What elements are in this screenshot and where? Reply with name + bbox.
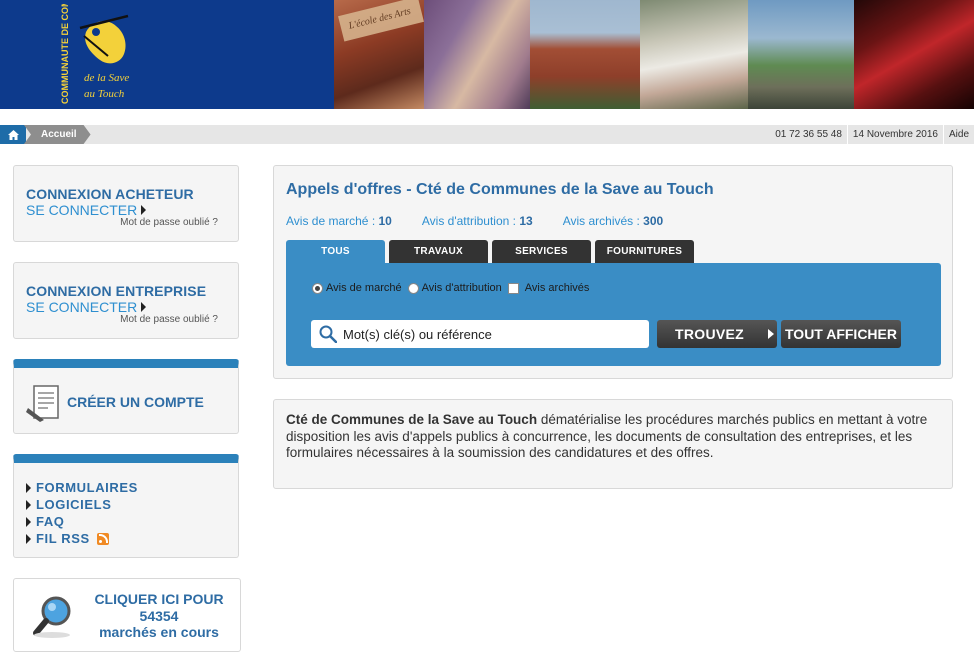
photo-park-cyclist	[748, 0, 854, 109]
resources-links-box: FORMULAIRES LOGICIELS FAQ FIL RSS	[13, 454, 239, 558]
radio-award-notice-control[interactable]	[407, 282, 419, 294]
company-login-title: CONNEXION ENTREPRISE	[26, 283, 207, 299]
notice-counts: Avis de marché : 10 Avis d'attribution :…	[286, 214, 663, 228]
breadcrumb: Accueil 01 72 36 55 48 14 Novembre 2016 …	[0, 125, 974, 144]
description-org: Cté de Communes de la Save au Touch	[286, 412, 538, 427]
find-button[interactable]: TROUVEZ	[657, 320, 777, 348]
keyword-search-field[interactable]	[311, 320, 649, 348]
company-forgot-password-link[interactable]: Mot de passe oublié ?	[120, 314, 218, 325]
count-award-notices[interactable]: Avis d'attribution : 13	[422, 214, 533, 228]
tab-fournitures[interactable]: FOURNITURES	[595, 240, 694, 263]
search-icon	[319, 325, 337, 343]
company-login-box: CONNEXION ENTREPRISE SE CONNECTER Mot de…	[13, 262, 239, 339]
description-text: Cté de Communes de la Save au Touch déma…	[286, 412, 936, 462]
svg-text:COMMUNAUTE DE COMMUNES: COMMUNAUTE DE COMMUNES	[60, 4, 70, 104]
arrow-right-icon	[26, 516, 31, 527]
photo-children-art	[424, 0, 530, 109]
link-faq[interactable]: FAQ	[26, 513, 138, 530]
buyer-forgot-password-link[interactable]: Mot de passe oublié ?	[120, 217, 218, 228]
photo-concert	[854, 0, 974, 109]
show-all-button[interactable]: TOUT AFFICHER	[781, 320, 901, 348]
current-date: 14 Novembre 2016	[846, 125, 943, 144]
help-link[interactable]: Aide	[942, 125, 974, 144]
count-archived-notices[interactable]: Avis archivés : 300	[563, 214, 664, 228]
tab-travaux[interactable]: TRAVAUX	[389, 240, 488, 263]
logo-vertical-text: COMMUNAUTE DE COMMUNES	[60, 4, 70, 104]
radio-award-notice[interactable]: Avis d'attribution	[407, 282, 502, 294]
home-icon	[7, 129, 19, 140]
current-tenders-link[interactable]: CLIQUER ICI POUR 54354 marchés en cours	[84, 591, 234, 641]
description-box: Cté de Communes de la Save au Touch déma…	[273, 399, 953, 489]
link-rss[interactable]: FIL RSS	[26, 530, 138, 547]
logo-emblem-icon	[79, 14, 129, 64]
home-button[interactable]	[0, 125, 26, 144]
arrow-right-icon	[26, 499, 31, 510]
magnifier-icon	[33, 596, 71, 638]
tenders-search-panel: Appels d'offres - Cté de Communes de la …	[273, 165, 953, 379]
play-arrow-icon	[768, 329, 774, 339]
arrow-right-icon	[141, 205, 147, 215]
arrow-right-icon	[141, 302, 147, 312]
page-title: Appels d'offres - Cté de Communes de la …	[286, 181, 714, 198]
search-form: Avis de marché Avis d'attribution Avis a…	[286, 263, 941, 366]
tab-services[interactable]: SERVICES	[492, 240, 591, 263]
breadcrumb-current[interactable]: Accueil	[24, 125, 91, 144]
buyer-login-box: CONNEXION ACHETEUR SE CONNECTER Mot de p…	[13, 165, 239, 242]
tab-tous[interactable]: TOUS	[286, 240, 385, 263]
arrow-right-icon	[26, 482, 31, 493]
current-tenders-box[interactable]: CLIQUER ICI POUR 54354 marchés en cours	[13, 578, 241, 652]
header-banner: COMMUNAUTE DE COMMUNES de la Save au Tou…	[0, 0, 974, 109]
school-sign: L'école des Arts	[338, 0, 424, 42]
count-market-notices[interactable]: Avis de marché : 10	[286, 214, 392, 228]
logo-subtitle-2: au Touch	[84, 88, 125, 100]
keyword-search-input[interactable]	[343, 326, 633, 342]
checkbox-archived[interactable]: Avis archivés	[507, 282, 589, 294]
create-account-box[interactable]: CRÉER UN COMPTE	[13, 359, 239, 434]
create-account-link[interactable]: CRÉER UN COMPTE	[67, 394, 204, 410]
site-logo[interactable]: COMMUNAUTE DE COMMUNES de la Save au Tou…	[0, 0, 334, 109]
logo-subtitle-1: de la Save	[84, 72, 130, 84]
rss-icon[interactable]	[96, 532, 109, 545]
notice-type-options: Avis de marché Avis d'attribution Avis a…	[312, 282, 595, 294]
radio-market-notice[interactable]: Avis de marché	[312, 282, 402, 294]
checkbox-archived-control[interactable]	[507, 282, 519, 294]
radio-market-notice-control[interactable]	[312, 282, 323, 294]
link-logiciels[interactable]: LOGICIELS	[26, 496, 138, 513]
photo-strip: L'école des Arts	[334, 0, 974, 109]
phone-number: 01 72 36 55 48	[775, 129, 842, 140]
link-formulaires[interactable]: FORMULAIRES	[26, 479, 138, 496]
buyer-login-title: CONNEXION ACHETEUR	[26, 186, 194, 202]
buyer-login-link[interactable]: SE CONNECTER	[26, 202, 147, 218]
photo-fencing	[640, 0, 748, 109]
category-tabs: TOUS TRAVAUX SERVICES FOURNITURES	[286, 240, 694, 263]
arrow-right-icon	[26, 533, 31, 544]
photo-brick-building	[530, 0, 640, 109]
company-login-link[interactable]: SE CONNECTER	[26, 299, 147, 315]
header-info: 01 72 36 55 48 14 Novembre 2016 Aide	[770, 125, 974, 144]
form-pencil-icon	[26, 385, 59, 422]
photo-school-building: L'école des Arts	[334, 0, 424, 109]
